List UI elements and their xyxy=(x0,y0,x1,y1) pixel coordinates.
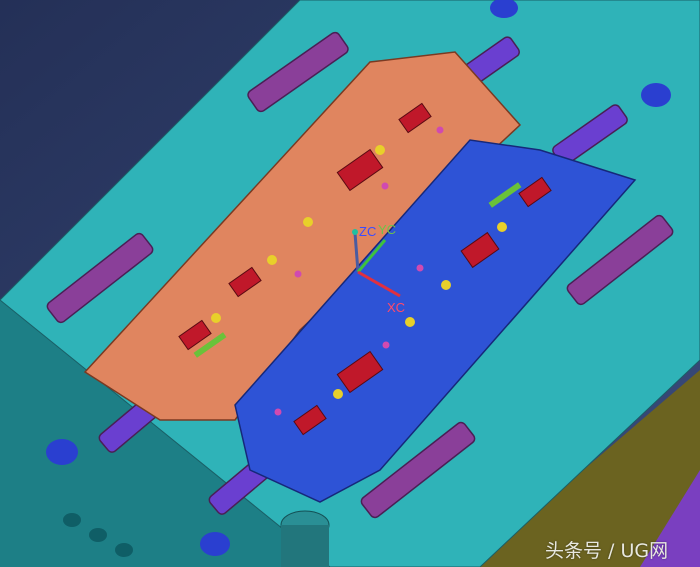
xc-axis-label: XC xyxy=(387,300,406,315)
zc-axis-label: ZC xyxy=(359,224,377,239)
yc-axis-label: YC xyxy=(378,222,397,237)
cad-viewport[interactable] xyxy=(0,0,700,567)
watermark: 头条号 / UG网 xyxy=(545,540,669,562)
locating-pin-body xyxy=(281,525,329,567)
